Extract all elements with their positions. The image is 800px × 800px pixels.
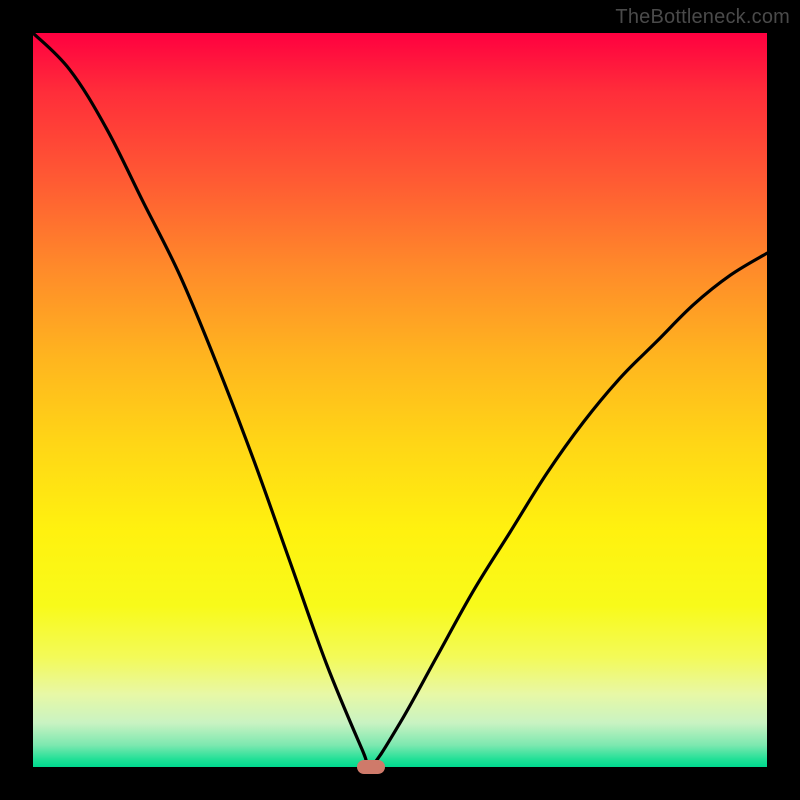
attribution-label: TheBottleneck.com — [615, 6, 790, 29]
chart-frame: TheBottleneck.com — [0, 0, 800, 800]
optimal-marker — [357, 760, 385, 774]
plot-area — [33, 33, 767, 767]
